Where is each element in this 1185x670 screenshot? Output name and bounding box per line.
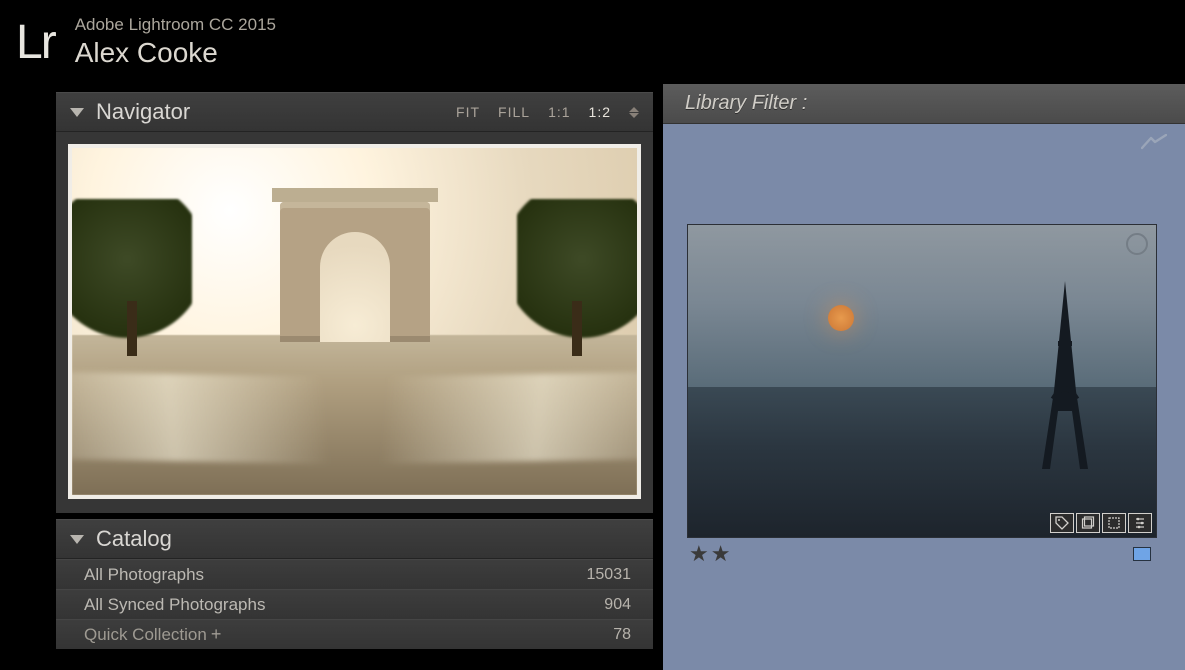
zoom-controls: FIT FILL 1:1 1:2 bbox=[456, 104, 639, 120]
identity-plate: Lr Adobe Lightroom CC 2015 Alex Cooke bbox=[0, 0, 1185, 84]
disclosure-icon[interactable] bbox=[70, 535, 84, 544]
filter-lock-icon[interactable] bbox=[1141, 134, 1167, 157]
grid-cell-footer: ★★ bbox=[687, 538, 1157, 566]
crop-icon[interactable] bbox=[1102, 513, 1126, 533]
catalog-row-count: 15031 bbox=[587, 566, 632, 584]
navigator-panel: Navigator FIT FILL 1:1 1:2 bbox=[56, 92, 653, 513]
rating-stars[interactable]: ★★ bbox=[689, 541, 732, 567]
thumbnail-badges bbox=[1050, 513, 1152, 533]
app-logo: Lr bbox=[16, 15, 55, 70]
library-filter-title: Library Filter : bbox=[685, 92, 807, 115]
navigator-preview[interactable] bbox=[68, 144, 641, 499]
catalog-row-count: 904 bbox=[604, 596, 631, 614]
color-label[interactable] bbox=[1133, 547, 1151, 561]
user-name: Alex Cooke bbox=[75, 35, 276, 70]
library-filter-bar[interactable]: Library Filter : bbox=[663, 84, 1185, 124]
grid-cell[interactable]: ★★ bbox=[687, 224, 1157, 566]
catalog-row-all-photos[interactable]: All Photographs 15031 bbox=[56, 559, 653, 589]
plus-icon[interactable]: + bbox=[211, 624, 222, 645]
left-panel: Navigator FIT FILL 1:1 1:2 bbox=[0, 84, 663, 670]
zoom-1-2-button[interactable]: 1:2 bbox=[589, 104, 611, 120]
thumbnail[interactable] bbox=[687, 224, 1157, 538]
zoom-fill-button[interactable]: FILL bbox=[498, 104, 530, 120]
catalog-row-label: Quick Collection bbox=[84, 625, 207, 645]
catalog-row-synced-photos[interactable]: All Synced Photographs 904 bbox=[56, 589, 653, 619]
catalog-panel: Catalog All Photographs 15031 All Synced… bbox=[56, 519, 653, 649]
navigator-title: Navigator bbox=[96, 99, 190, 125]
flag-toggle-icon[interactable] bbox=[1126, 233, 1148, 255]
zoom-stepper[interactable] bbox=[629, 107, 639, 118]
catalog-row-quick-collection[interactable]: Quick Collection + 78 bbox=[56, 619, 653, 649]
app-title: Adobe Lightroom CC 2015 bbox=[75, 14, 276, 35]
zoom-1-1-button[interactable]: 1:1 bbox=[548, 104, 570, 120]
develop-icon[interactable] bbox=[1128, 513, 1152, 533]
disclosure-icon[interactable] bbox=[70, 108, 84, 117]
catalog-row-label: All Synced Photographs bbox=[84, 595, 265, 615]
collection-icon[interactable] bbox=[1076, 513, 1100, 533]
catalog-row-count: 78 bbox=[613, 626, 631, 644]
catalog-header[interactable]: Catalog bbox=[56, 519, 653, 559]
navigator-header[interactable]: Navigator FIT FILL 1:1 1:2 bbox=[56, 92, 653, 132]
zoom-fit-button[interactable]: FIT bbox=[456, 104, 480, 120]
eiffel-tower-graphic bbox=[1036, 281, 1094, 471]
catalog-row-label: All Photographs bbox=[84, 565, 204, 585]
catalog-title: Catalog bbox=[96, 526, 172, 552]
library-grid-view: Library Filter : bbox=[663, 84, 1185, 670]
tag-icon[interactable] bbox=[1050, 513, 1074, 533]
